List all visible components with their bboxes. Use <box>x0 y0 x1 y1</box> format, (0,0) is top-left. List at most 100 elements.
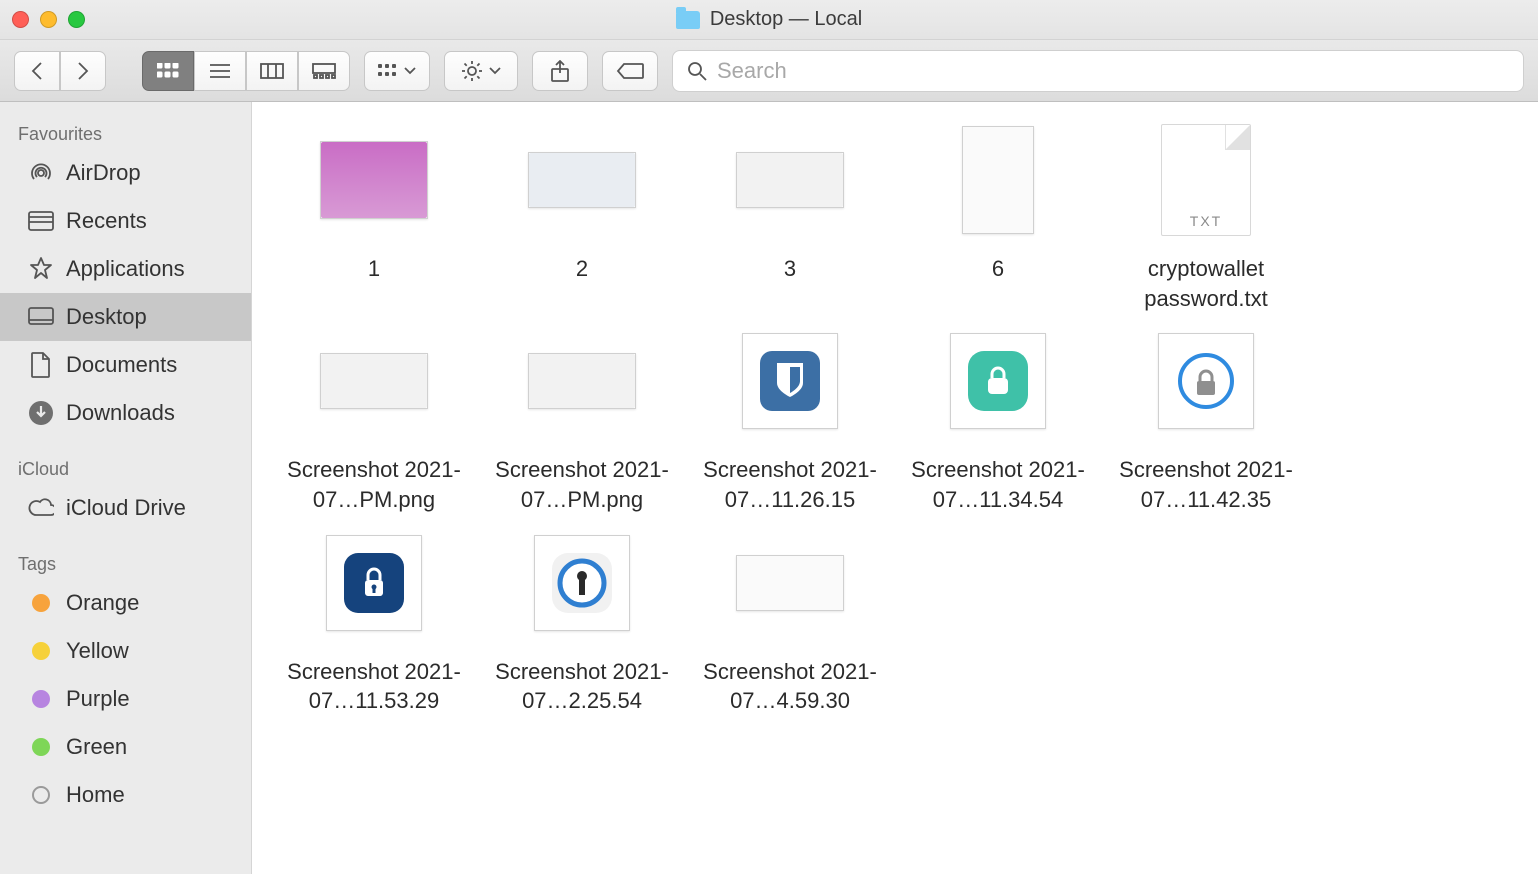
icon-view-button[interactable] <box>142 51 194 91</box>
tags-button[interactable] <box>602 51 658 91</box>
file-name: Screenshot 2021-07…PM.png <box>274 455 474 514</box>
file-item[interactable]: 1 <box>270 124 478 313</box>
file-item[interactable]: Screenshot 2021-07…4.59.30 <box>686 527 894 716</box>
file-item[interactable]: TXTcryptowallet password.txt <box>1102 124 1310 313</box>
share-button[interactable] <box>532 51 588 91</box>
minimize-window-button[interactable] <box>40 11 57 28</box>
file-item[interactable]: Screenshot 2021-07…PM.png <box>478 325 686 514</box>
folder-icon <box>676 11 700 29</box>
action-menu-button[interactable] <box>444 51 518 91</box>
chevron-left-icon <box>30 61 44 81</box>
file-name: Screenshot 2021-07…4.59.30 <box>690 657 890 716</box>
tag-dot-icon <box>28 782 54 808</box>
forward-button[interactable] <box>60 51 106 91</box>
group-by-button[interactable] <box>364 51 430 91</box>
sidebar-tag-purple[interactable]: Purple <box>0 675 251 723</box>
file-item[interactable]: Screenshot 2021-07…2.25.54 <box>478 527 686 716</box>
tag-dot-icon <box>28 590 54 616</box>
sidebar-tag-yellow[interactable]: Yellow <box>0 627 251 675</box>
sidebar-heading-favourites: Favourites <box>0 116 251 149</box>
sidebar-item-label: AirDrop <box>66 160 141 186</box>
zoom-window-button[interactable] <box>68 11 85 28</box>
file-thumbnail <box>962 126 1034 234</box>
sidebar-item-label: Downloads <box>66 400 175 426</box>
sidebar-item-recents[interactable]: Recents <box>0 197 251 245</box>
file-name: cryptowallet password.txt <box>1106 254 1306 313</box>
columns-icon <box>260 63 284 79</box>
file-name: 6 <box>992 254 1004 284</box>
applications-icon <box>28 256 54 282</box>
file-thumbnail <box>950 333 1046 429</box>
sidebar-tag-home[interactable]: Home <box>0 771 251 819</box>
chevron-right-icon <box>76 61 90 81</box>
sidebar-item-label: Yellow <box>66 638 129 664</box>
close-window-button[interactable] <box>12 11 29 28</box>
file-item[interactable]: Screenshot 2021-07…PM.png <box>270 325 478 514</box>
share-icon <box>550 60 570 82</box>
file-item[interactable]: 2 <box>478 124 686 313</box>
column-view-button[interactable] <box>246 51 298 91</box>
file-thumbnail <box>528 353 636 409</box>
titlebar: Desktop — Local <box>0 0 1538 40</box>
view-mode-group <box>142 51 350 91</box>
file-thumbnail <box>736 152 844 208</box>
chevron-down-icon <box>404 67 416 75</box>
tag-dot-icon <box>28 734 54 760</box>
toolbar <box>0 40 1538 102</box>
file-name: Screenshot 2021-07…PM.png <box>482 455 682 514</box>
sidebar-item-label: Purple <box>66 686 130 712</box>
sidebar-item-label: Green <box>66 734 127 760</box>
file-item[interactable]: Screenshot 2021-07…11.26.15 <box>686 325 894 514</box>
chevron-down-icon <box>489 67 501 75</box>
tag-dot-icon <box>28 638 54 664</box>
sidebar-item-applications[interactable]: Applications <box>0 245 251 293</box>
file-item[interactable]: Screenshot 2021-07…11.53.29 <box>270 527 478 716</box>
file-thumbnail <box>736 555 844 611</box>
file-name: 3 <box>784 254 796 284</box>
file-browser[interactable]: 1 2 3 6 TXTcryptowallet password.txt Screensh… <box>252 102 1538 874</box>
sidebar-heading-icloud: iCloud <box>0 451 251 484</box>
file-name: Screenshot 2021-07…11.26.15 <box>690 455 890 514</box>
cloud-icon <box>28 495 54 521</box>
list-view-button[interactable] <box>194 51 246 91</box>
recents-icon <box>28 208 54 234</box>
file-name: Screenshot 2021-07…2.25.54 <box>482 657 682 716</box>
file-thumbnail <box>534 535 630 631</box>
sidebar-item-label: Recents <box>66 208 147 234</box>
back-button[interactable] <box>14 51 60 91</box>
sidebar-item-label: Desktop <box>66 304 147 330</box>
sidebar-tag-orange[interactable]: Orange <box>0 579 251 627</box>
search-field[interactable] <box>672 50 1524 92</box>
sidebar-item-icloud-drive[interactable]: iCloud Drive <box>0 484 251 532</box>
gear-icon <box>461 60 483 82</box>
search-input[interactable] <box>717 58 1509 84</box>
window-title-text: Desktop — Local <box>710 8 862 31</box>
sidebar-item-airdrop[interactable]: AirDrop <box>0 149 251 197</box>
grid-icon <box>157 63 179 79</box>
file-thumbnail <box>528 152 636 208</box>
file-item[interactable]: 6 <box>894 124 1102 313</box>
list-icon <box>209 63 231 79</box>
file-item[interactable]: Screenshot 2021-07…11.34.54 <box>894 325 1102 514</box>
file-name: 1 <box>368 254 380 284</box>
sidebar-item-downloads[interactable]: Downloads <box>0 389 251 437</box>
file-name: 2 <box>576 254 588 284</box>
file-thumbnail <box>320 141 428 219</box>
file-name: Screenshot 2021-07…11.34.54 <box>898 455 1098 514</box>
file-item[interactable]: Screenshot 2021-07…11.42.35 <box>1102 325 1310 514</box>
file-name: Screenshot 2021-07…11.53.29 <box>274 657 474 716</box>
search-icon <box>687 61 707 81</box>
airdrop-icon <box>28 160 54 186</box>
sidebar-item-documents[interactable]: Documents <box>0 341 251 389</box>
gallery-view-button[interactable] <box>298 51 350 91</box>
file-thumbnail <box>326 535 422 631</box>
sidebar-item-label: Documents <box>66 352 177 378</box>
sidebar-item-desktop[interactable]: Desktop <box>0 293 251 341</box>
desktop-icon <box>28 304 54 330</box>
sidebar-item-label: Home <box>66 782 125 808</box>
file-name: Screenshot 2021-07…11.42.35 <box>1106 455 1306 514</box>
grid-small-icon <box>378 64 398 78</box>
file-item[interactable]: 3 <box>686 124 894 313</box>
documents-icon <box>28 352 54 378</box>
sidebar-tag-green[interactable]: Green <box>0 723 251 771</box>
